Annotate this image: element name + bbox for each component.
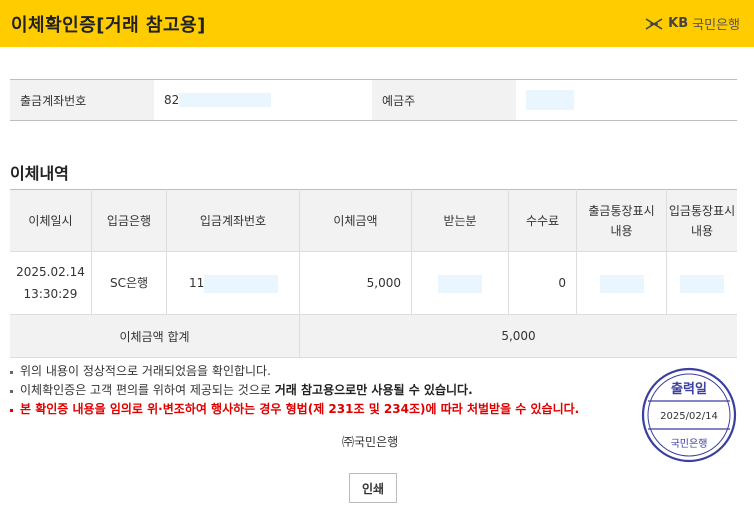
out-account-label: 출금계좌번호 [10, 79, 154, 121]
kb-logo: KB 국민은행 [644, 14, 740, 33]
bank-signature: ㈜국민은행 [342, 435, 399, 449]
col-header: 이체일시 [10, 189, 92, 252]
stamp-top-text: 출력일 [671, 381, 707, 397]
stamp-bottom-text: 국민은행 [671, 438, 708, 450]
col-header: 받는분 [411, 189, 509, 252]
warning-text: 본 확인증 내용을 임의로 위·변조하여 행사하는 경우 형법(제 231조 및… [20, 402, 580, 416]
masked-region [204, 274, 279, 293]
cell-account: 11 [166, 251, 300, 315]
note-item: 이체확인증은 고객 편의를 위하여 제공되는 것으로 거래 참고용으로만 사용될… [10, 381, 579, 400]
logo-kb-text: KB [668, 16, 689, 31]
bullet-icon [10, 370, 13, 374]
holder-value [516, 80, 737, 121]
cell-bank: SC은행 [91, 251, 167, 315]
out-account-value: 82 [154, 80, 372, 121]
masked-region [179, 93, 272, 108]
total-value: 5,000 [299, 314, 737, 358]
col-header: 수수료 [508, 189, 577, 252]
total-label: 이체금액 합계 [10, 314, 300, 358]
cell-time: 13:30:29 [23, 287, 78, 301]
section-title: 이체내역 [10, 164, 69, 183]
stamp-date: 2025/02/14 [660, 411, 718, 422]
notes: 위의 내용이 정상적으로 거래되었음을 확인합니다. 이체확인증은 고객 편의를… [10, 362, 579, 419]
masked-region [526, 90, 574, 110]
note-text: 위의 내용이 정상적으로 거래되었음을 확인합니다. [20, 364, 271, 378]
bullet-icon [10, 408, 13, 412]
masked-region [438, 274, 482, 293]
col-header: 출금통장표시 내용 [576, 189, 667, 252]
masked-region [599, 274, 644, 293]
bullet-icon [10, 389, 13, 393]
cell-in-memo [666, 251, 737, 315]
cell-date: 2025.02.14 [16, 265, 85, 279]
holder-label: 예금주 [372, 79, 516, 121]
page-header: 이체확인증[거래 참고용] KB 국민은행 [0, 0, 754, 47]
total-row: 이체금액 합계 5,000 [10, 314, 737, 358]
col-header: 입금계좌번호 [166, 189, 300, 252]
warning-item: 본 확인증 내용을 임의로 위·변조하여 행사하는 경우 형법(제 231조 및… [10, 400, 579, 419]
print-button[interactable]: 인쇄 [349, 473, 397, 503]
note-bold-text: 거래 참고용으로만 사용될 수 있습니다. [274, 383, 473, 397]
col-header: 입금통장표시 내용 [666, 189, 737, 252]
note-item: 위의 내용이 정상적으로 거래되었음을 확인합니다. [10, 362, 579, 381]
cell-fee: 0 [508, 251, 577, 315]
cell-account-number: 11 [189, 276, 205, 290]
col-header: 이체금액 [299, 189, 412, 252]
col-header: 입금은행 [91, 189, 167, 252]
print-date-stamp: 출력일 2025/02/14 국민은행 [641, 367, 737, 463]
cell-recipient [411, 251, 509, 315]
account-info-table: 출금계좌번호 82 예금주 [10, 79, 737, 121]
transfer-table: 이체일시 입금은행 입금계좌번호 이체금액 받는분 수수료 출금통장표시 내용 … [10, 189, 737, 358]
cell-out-memo [576, 251, 667, 315]
page-title: 이체확인증[거래 참고용] [11, 15, 206, 36]
masked-region [680, 274, 724, 293]
cell-datetime: 2025.02.14 13:30:29 [10, 251, 92, 315]
kb-star-icon [645, 17, 663, 30]
cell-amount: 5,000 [299, 251, 412, 315]
note-text: 이체확인증은 고객 편의를 위하여 제공되는 것으로 [20, 383, 275, 397]
logo-bank-name: 국민은행 [692, 18, 740, 33]
out-account-number: 82 [164, 92, 180, 107]
table-row: 2025.02.14 13:30:29 SC은행 11 5,000 0 [10, 251, 737, 315]
